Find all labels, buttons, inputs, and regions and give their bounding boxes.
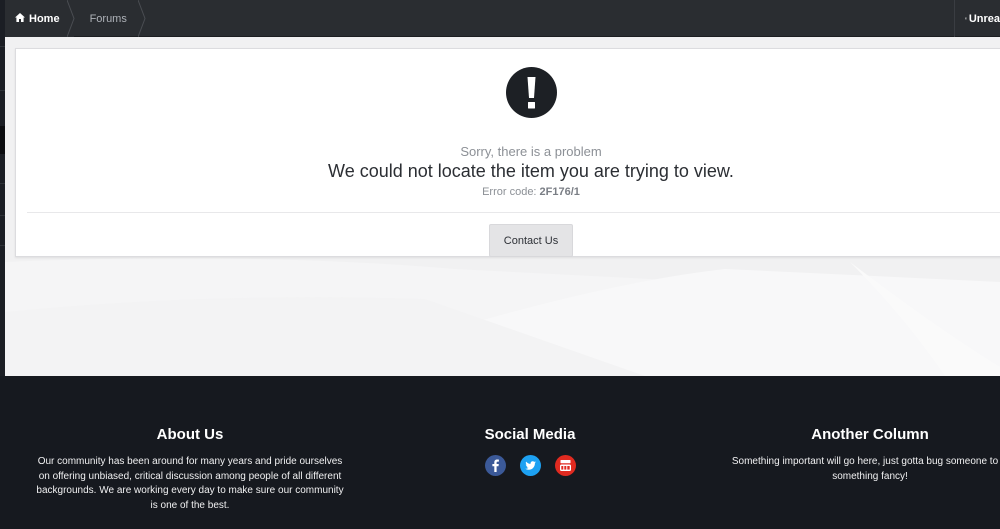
breadcrumb-home-label: Home [29, 12, 60, 25]
footer-another-text: Something important will go here, just g… [731, 456, 1000, 482]
breadcrumb: Home Forums [5, 0, 146, 37]
footer: About Us Our community has been around f… [0, 376, 1000, 529]
error-card: Sorry, there is a problem We could not l… [15, 48, 1000, 257]
footer-another-column: Another Column Something important will … [710, 426, 1000, 484]
footer-another-title: Another Column [811, 426, 929, 443]
twitter-icon[interactable] [519, 455, 541, 476]
contact-us-button[interactable]: Contact Us [489, 224, 573, 257]
main-content: Sorry, there is a problem We could not l… [5, 37, 1000, 376]
error-code-value: 2F176/1 [539, 186, 580, 198]
home-icon [15, 13, 25, 22]
social-icons [430, 455, 630, 476]
youtube-icon[interactable] [554, 455, 576, 476]
unread-content-link[interactable]: Unrea [954, 0, 1000, 37]
footer-about-text: Our community has been around for many y… [36, 456, 344, 511]
error-subtitle: Sorry, there is a problem [460, 144, 602, 159]
card-divider [27, 212, 1000, 213]
breadcrumb-separator [137, 0, 146, 37]
footer-social-column: Social Media [430, 426, 630, 476]
exclamation-circle-icon [506, 67, 557, 118]
facebook-icon[interactable] [484, 455, 506, 476]
error-code-prefix: Error code: [482, 186, 540, 198]
top-navigation-bar: Home Forums Unrea [5, 0, 1000, 37]
footer-about-title: About Us [156, 426, 224, 443]
breadcrumb-home[interactable]: Home [5, 0, 75, 37]
error-title: We could not locate the item you are try… [328, 161, 734, 181]
unread-icon [965, 17, 967, 20]
error-code: Error code: 2F176/1 [16, 186, 1000, 198]
footer-social-title: Social Media [484, 426, 576, 443]
breadcrumb-forums-label: Forums [89, 12, 127, 25]
footer-about-column: About Us Our community has been around f… [35, 426, 345, 513]
unread-label: Unrea [968, 12, 1000, 25]
breadcrumb-forums[interactable]: Forums [74, 0, 146, 37]
breadcrumb-separator [66, 0, 75, 37]
